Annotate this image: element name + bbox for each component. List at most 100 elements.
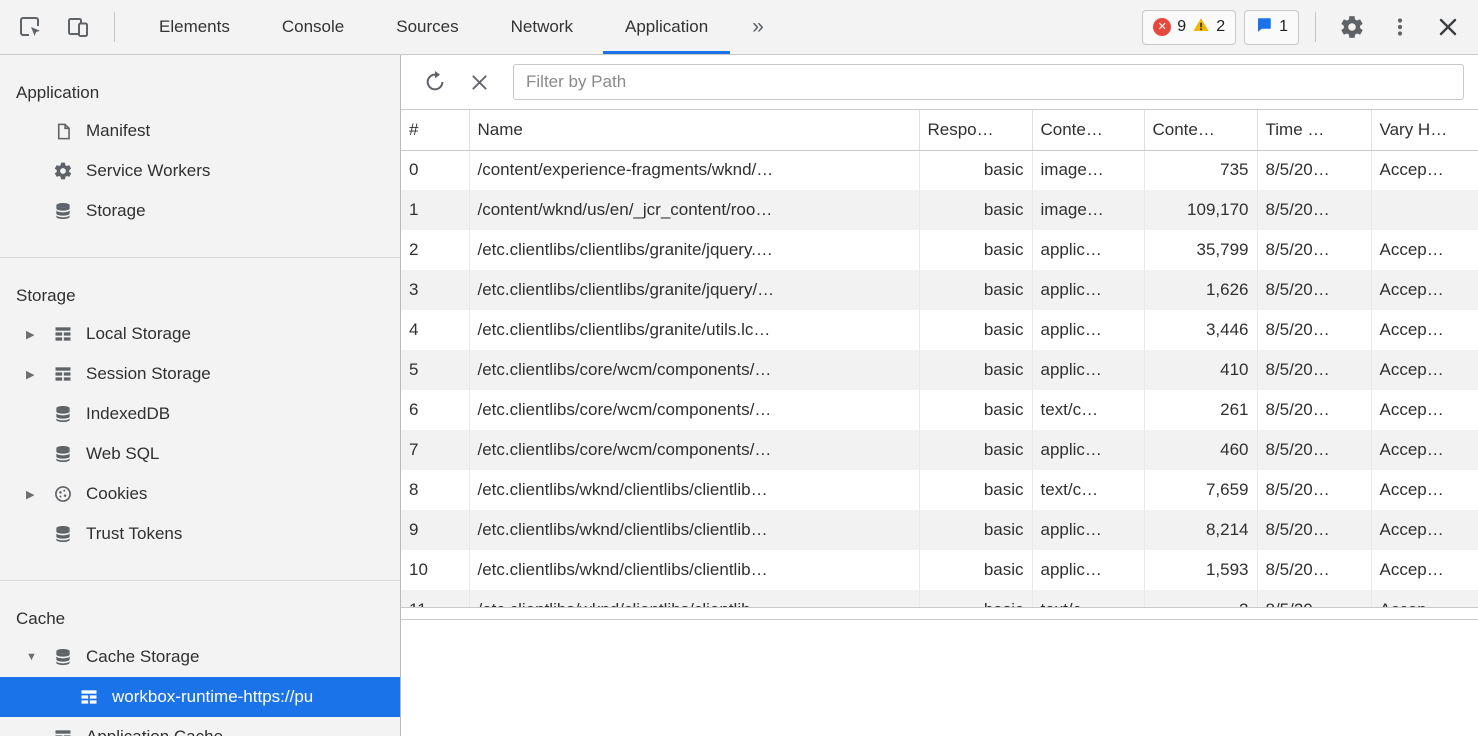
cell-name[interactable]: /etc.clientlibs/clientlibs/granite/utils… — [469, 310, 919, 350]
inspect-element-button[interactable] — [10, 7, 50, 47]
cell-vary-header[interactable]: Accep… — [1371, 390, 1478, 430]
cell-content-type[interactable]: applic… — [1032, 550, 1144, 590]
cell-content-type[interactable]: applic… — [1032, 350, 1144, 390]
tab-sources[interactable]: Sources — [370, 0, 484, 54]
cell-content-length[interactable]: 109,170 — [1144, 190, 1257, 230]
cell-vary-header[interactable]: Accep… — [1371, 350, 1478, 390]
cell-time-cached[interactable]: 8/5/20… — [1257, 590, 1371, 608]
cell-time-cached[interactable]: 8/5/20… — [1257, 270, 1371, 310]
cell-time-cached[interactable]: 8/5/20… — [1257, 350, 1371, 390]
tab-console[interactable]: Console — [256, 0, 370, 54]
cache-entry-row[interactable]: 11 /etc.clientlibs/wknd/clientlibs/clien… — [401, 590, 1478, 608]
cell-response-type[interactable]: basic — [919, 310, 1032, 350]
refresh-button[interactable] — [415, 62, 455, 102]
cell-vary-header[interactable]: Accep… — [1371, 430, 1478, 470]
cell-content-length[interactable]: 2 — [1144, 590, 1257, 608]
cell-time-cached[interactable]: 8/5/20… — [1257, 510, 1371, 550]
cell-name[interactable]: /content/experience-fragments/wknd/… — [469, 150, 919, 190]
cell-response-type[interactable]: basic — [919, 190, 1032, 230]
cell-content-type[interactable]: image… — [1032, 150, 1144, 190]
cell-index[interactable]: 2 — [401, 230, 469, 270]
cell-time-cached[interactable]: 8/5/20… — [1257, 470, 1371, 510]
sidebar-item-service-workers[interactable]: Service Workers — [0, 151, 400, 191]
cell-response-type[interactable]: basic — [919, 430, 1032, 470]
sidebar-item-cache-storage[interactable]: ▼ Cache Storage — [0, 637, 400, 677]
collapsed-triangle-icon[interactable]: ▶ — [26, 328, 52, 341]
cell-time-cached[interactable]: 8/5/20… — [1257, 550, 1371, 590]
cell-content-type[interactable]: applic… — [1032, 510, 1144, 550]
column-header-time-cached[interactable]: Time … — [1257, 110, 1371, 150]
cell-response-type[interactable]: basic — [919, 390, 1032, 430]
cell-vary-header[interactable]: Accep… — [1371, 270, 1478, 310]
cell-name[interactable]: /etc.clientlibs/core/wcm/components/… — [469, 390, 919, 430]
cell-index[interactable]: 9 — [401, 510, 469, 550]
tab-network[interactable]: Network — [485, 0, 599, 54]
collapsed-triangle-icon[interactable]: ▶ — [26, 368, 52, 381]
cache-entry-row[interactable]: 6 /etc.clientlibs/core/wcm/components/… … — [401, 390, 1478, 430]
settings-gear-button[interactable] — [1332, 7, 1372, 47]
cell-response-type[interactable]: basic — [919, 270, 1032, 310]
cell-content-type[interactable]: applic… — [1032, 310, 1144, 350]
sidebar-item-manifest[interactable]: Manifest — [0, 111, 400, 151]
cache-entry-row[interactable]: 5 /etc.clientlibs/core/wcm/components/… … — [401, 350, 1478, 390]
cell-time-cached[interactable]: 8/5/20… — [1257, 310, 1371, 350]
sidebar-item-application-cache[interactable]: Application Cache — [0, 717, 400, 736]
cell-content-type[interactable]: image… — [1032, 190, 1144, 230]
device-toolbar-button[interactable] — [58, 7, 98, 47]
cell-response-type[interactable]: basic — [919, 230, 1032, 270]
sidebar-item-workbox-runtime-cache[interactable]: workbox-runtime-https://pu — [0, 677, 400, 717]
cell-content-type[interactable]: text/c… — [1032, 470, 1144, 510]
cache-entry-row[interactable]: 10 /etc.clientlibs/wknd/clientlibs/clien… — [401, 550, 1478, 590]
cell-time-cached[interactable]: 8/5/20… — [1257, 230, 1371, 270]
cell-vary-header[interactable]: Accep… — [1371, 590, 1478, 608]
cell-index[interactable]: 0 — [401, 150, 469, 190]
cell-response-type[interactable]: basic — [919, 510, 1032, 550]
issues-badge[interactable]: 1 — [1244, 10, 1299, 45]
cell-content-length[interactable]: 1,626 — [1144, 270, 1257, 310]
filter-by-path-input[interactable] — [513, 64, 1464, 100]
cell-name[interactable]: /etc.clientlibs/clientlibs/granite/jquer… — [469, 270, 919, 310]
collapsed-triangle-icon[interactable]: ▶ — [26, 488, 52, 501]
column-header-index[interactable]: # — [401, 110, 469, 150]
cache-entry-row[interactable]: 8 /etc.clientlibs/wknd/clientlibs/client… — [401, 470, 1478, 510]
cell-index[interactable]: 10 — [401, 550, 469, 590]
column-header-response-type[interactable]: Respo… — [919, 110, 1032, 150]
grid-preview-splitter[interactable] — [401, 608, 1478, 620]
cell-index[interactable]: 7 — [401, 430, 469, 470]
cell-vary-header[interactable]: Accep… — [1371, 310, 1478, 350]
sidebar-item-web-sql[interactable]: Web SQL — [0, 434, 400, 474]
cell-vary-header[interactable]: Accep… — [1371, 150, 1478, 190]
cell-time-cached[interactable]: 8/5/20… — [1257, 150, 1371, 190]
sidebar-item-local-storage[interactable]: ▶ Local Storage — [0, 314, 400, 354]
cell-content-length[interactable]: 7,659 — [1144, 470, 1257, 510]
close-devtools-button[interactable] — [1428, 7, 1468, 47]
cell-name[interactable]: /etc.clientlibs/wknd/clientlibs/clientli… — [469, 470, 919, 510]
cell-index[interactable]: 11 — [401, 590, 469, 608]
sidebar-item-indexeddb[interactable]: IndexedDB — [0, 394, 400, 434]
cell-response-type[interactable]: basic — [919, 350, 1032, 390]
cell-index[interactable]: 8 — [401, 470, 469, 510]
cache-entry-row[interactable]: 1 /content/wknd/us/en/_jcr_content/roo… … — [401, 190, 1478, 230]
cell-index[interactable]: 1 — [401, 190, 469, 230]
cell-response-type[interactable]: basic — [919, 470, 1032, 510]
cell-content-length[interactable]: 410 — [1144, 350, 1257, 390]
cell-index[interactable]: 6 — [401, 390, 469, 430]
cell-vary-header[interactable] — [1371, 190, 1478, 230]
cell-index[interactable]: 5 — [401, 350, 469, 390]
cell-content-type[interactable]: applic… — [1032, 230, 1144, 270]
tab-elements[interactable]: Elements — [133, 0, 256, 54]
more-options-button[interactable] — [1380, 7, 1420, 47]
column-header-vary-header[interactable]: Vary H… — [1371, 110, 1478, 150]
column-header-content-length[interactable]: Conte… — [1144, 110, 1257, 150]
column-header-content-type[interactable]: Conte… — [1032, 110, 1144, 150]
cell-name[interactable]: /etc.clientlibs/clientlibs/granite/jquer… — [469, 230, 919, 270]
sidebar-item-cookies[interactable]: ▶ Cookies — [0, 474, 400, 514]
cache-entry-row[interactable]: 9 /etc.clientlibs/wknd/clientlibs/client… — [401, 510, 1478, 550]
cell-vary-header[interactable]: Accep… — [1371, 470, 1478, 510]
sidebar-item-trust-tokens[interactable]: Trust Tokens — [0, 514, 400, 554]
cell-name[interactable]: /etc.clientlibs/wknd/clientlibs/clientli… — [469, 510, 919, 550]
cache-entry-row[interactable]: 3 /etc.clientlibs/clientlibs/granite/jqu… — [401, 270, 1478, 310]
cell-name[interactable]: /etc.clientlibs/wknd/clientlibs/clientli… — [469, 590, 919, 608]
cell-content-length[interactable]: 1,593 — [1144, 550, 1257, 590]
cell-time-cached[interactable]: 8/5/20… — [1257, 190, 1371, 230]
